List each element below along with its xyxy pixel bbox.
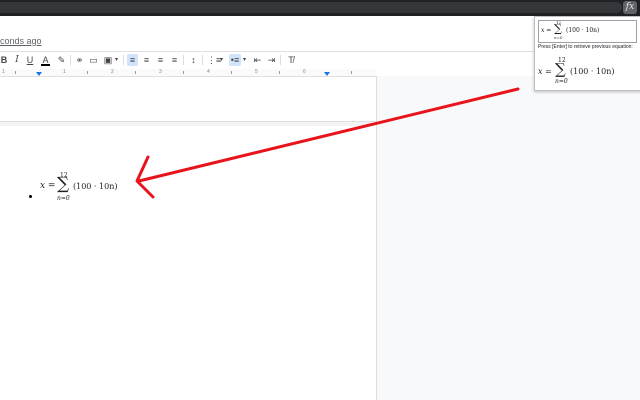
annotation-arrow-icon: [135, 87, 520, 199]
